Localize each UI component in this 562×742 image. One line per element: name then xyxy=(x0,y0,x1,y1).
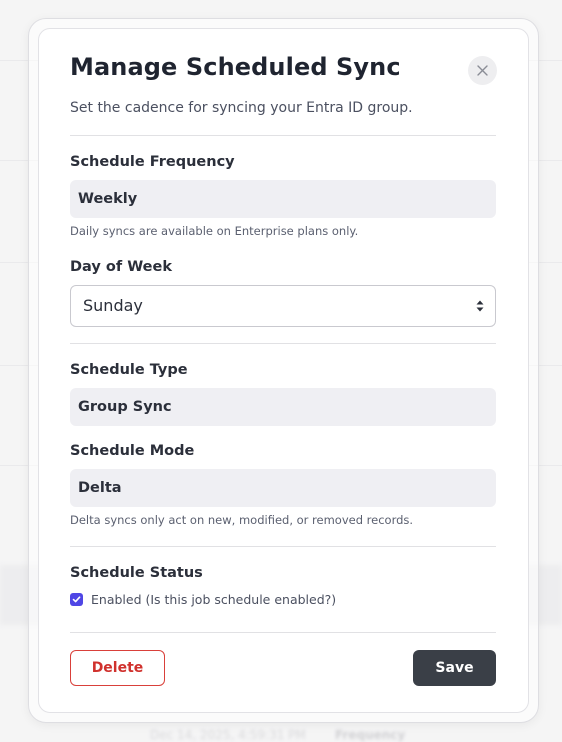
schedule-mode-hint: Delta syncs only act on new, modified, o… xyxy=(70,513,414,527)
modal-title: Manage Scheduled Sync xyxy=(70,53,401,81)
schedule-mode-field[interactable]: Delta xyxy=(70,469,496,507)
divider xyxy=(70,135,496,136)
close-icon xyxy=(477,65,488,76)
delete-button[interactable]: Delete xyxy=(70,650,165,686)
frequency-hint: Daily syncs are available on Enterprise … xyxy=(70,224,359,238)
schedule-type-field[interactable]: Group Sync xyxy=(70,388,496,426)
enabled-checkbox-label: Enabled (Is this job schedule enabled?) xyxy=(91,592,337,607)
divider xyxy=(70,343,496,344)
checkmark-icon xyxy=(72,596,81,603)
enabled-checkbox[interactable] xyxy=(70,593,83,606)
enabled-checkbox-row[interactable]: Enabled (Is this job schedule enabled?) xyxy=(70,592,336,607)
schedule-mode-label: Schedule Mode xyxy=(70,443,195,459)
select-arrows-icon xyxy=(476,300,484,312)
frequency-field[interactable]: Weekly xyxy=(70,180,496,218)
close-button[interactable] xyxy=(468,56,497,85)
schedule-status-label: Schedule Status xyxy=(70,565,203,581)
day-of-week-label: Day of Week xyxy=(70,259,172,275)
day-of-week-selected: Sunday xyxy=(83,296,143,315)
manage-schedule-modal: Manage Scheduled Sync Set the cadence fo… xyxy=(38,28,529,713)
frequency-label: Schedule Frequency xyxy=(70,154,235,170)
divider xyxy=(70,546,496,547)
divider xyxy=(70,632,496,633)
schedule-type-label: Schedule Type xyxy=(70,362,188,378)
modal-subtitle: Set the cadence for syncing your Entra I… xyxy=(70,100,413,116)
save-button[interactable]: Save xyxy=(413,650,496,686)
day-of-week-select[interactable]: Sunday xyxy=(70,285,496,327)
